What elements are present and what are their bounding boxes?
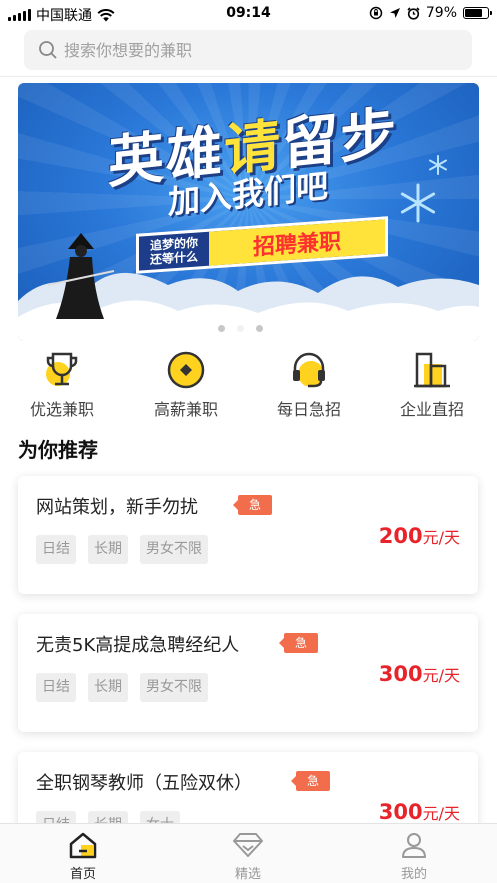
salary-amount: 300 (378, 800, 423, 824)
trophy-icon (46, 352, 78, 386)
job-card[interactable]: 无责5K高提成急聘经纪人 急 日结 长期 男女不限 300元/天 (18, 614, 478, 732)
tab-featured[interactable]: 精选 (203, 830, 293, 882)
category-gaoxin[interactable]: 高薪兼职 (136, 350, 236, 420)
urgent-badge: 急 (278, 633, 319, 653)
category-label: 高薪兼职 (153, 400, 218, 419)
promo-banner[interactable]: 英雄请留步 加入我们吧 追梦的你 还等什么 招聘兼职 (18, 83, 479, 341)
section-title: 为你推荐 (18, 434, 106, 463)
job-tag: 男女不限 (140, 673, 208, 702)
job-title: 网站策划，新手勿扰 (36, 497, 198, 518)
section-title-text: 为你推荐 (18, 438, 98, 462)
headset-icon (293, 352, 325, 388)
category-qiye[interactable]: 企业直招 (382, 350, 482, 420)
bottom-tab-bar: 首页 精选 我的 (0, 823, 497, 883)
diamond-icon (233, 833, 263, 857)
search-input[interactable] (64, 40, 444, 60)
job-card[interactable]: 网站策划，新手勿扰 急 日结 长期 男女不限 200元/天 (18, 476, 478, 594)
building-icon (414, 352, 450, 388)
category-label: 优选兼职 (29, 400, 94, 419)
category-label: 每日急招 (276, 400, 341, 419)
snowflake-small-icon (429, 155, 447, 175)
job-tag: 长期 (88, 673, 128, 702)
job-tag: 长期 (88, 535, 128, 564)
category-meiri[interactable]: 每日急招 (259, 350, 359, 420)
carousel-dot[interactable] (237, 325, 244, 332)
salary-unit: 元/天 (422, 666, 460, 685)
swordsman-illustration (47, 233, 115, 319)
category-row: 优选兼职 高薪兼职 每日急招 企业直招 (0, 350, 497, 422)
category-youxuan[interactable]: 优选兼职 (12, 350, 112, 420)
urgent-badge: 急 (290, 771, 331, 791)
job-tag: 男女不限 (140, 535, 208, 564)
job-title: 无责5K高提成急聘经纪人 (36, 635, 240, 656)
job-salary: 300元/天 (379, 800, 460, 824)
job-tag: 日结 (36, 673, 76, 702)
carousel-dot[interactable] (218, 325, 225, 332)
user-icon (402, 833, 426, 858)
job-salary: 200元/天 (379, 524, 460, 548)
job-tags: 日结 长期 男女不限 (36, 535, 208, 564)
home-icon (69, 832, 97, 859)
salary-amount: 200 (378, 524, 423, 548)
category-label: 企业直招 (399, 400, 464, 419)
alarm-icon (407, 6, 420, 20)
rotation-lock-icon (369, 6, 383, 20)
search-bar[interactable] (24, 30, 472, 70)
job-tags: 日结 长期 男女不限 (36, 673, 208, 702)
carousel-indicator (218, 325, 263, 332)
salary-amount: 300 (378, 662, 423, 686)
tab-label: 精选 (234, 867, 261, 882)
urgent-badge: 急 (232, 495, 273, 515)
job-title: 全职钢琴教师（五险双休） (36, 773, 252, 794)
tab-mine[interactable]: 我的 (369, 830, 459, 882)
salary-unit: 元/天 (422, 528, 460, 547)
snowflake-icon (400, 183, 436, 223)
battery-percent: 79% (425, 5, 457, 21)
status-bar: 中国联通 09:14 79% (0, 0, 497, 26)
job-salary: 300元/天 (379, 662, 460, 686)
tab-label: 我的 (400, 867, 427, 882)
tab-home[interactable]: 首页 (38, 830, 128, 882)
job-tag: 日结 (36, 535, 76, 564)
coin-icon (167, 351, 205, 389)
battery-icon (463, 7, 492, 19)
status-right: 79% (369, 5, 492, 21)
tab-label: 首页 (69, 867, 96, 882)
carousel-dot[interactable] (256, 325, 263, 332)
search-icon (39, 41, 57, 59)
salary-unit: 元/天 (422, 804, 460, 823)
location-icon (389, 8, 400, 18)
header-divider (0, 76, 497, 77)
